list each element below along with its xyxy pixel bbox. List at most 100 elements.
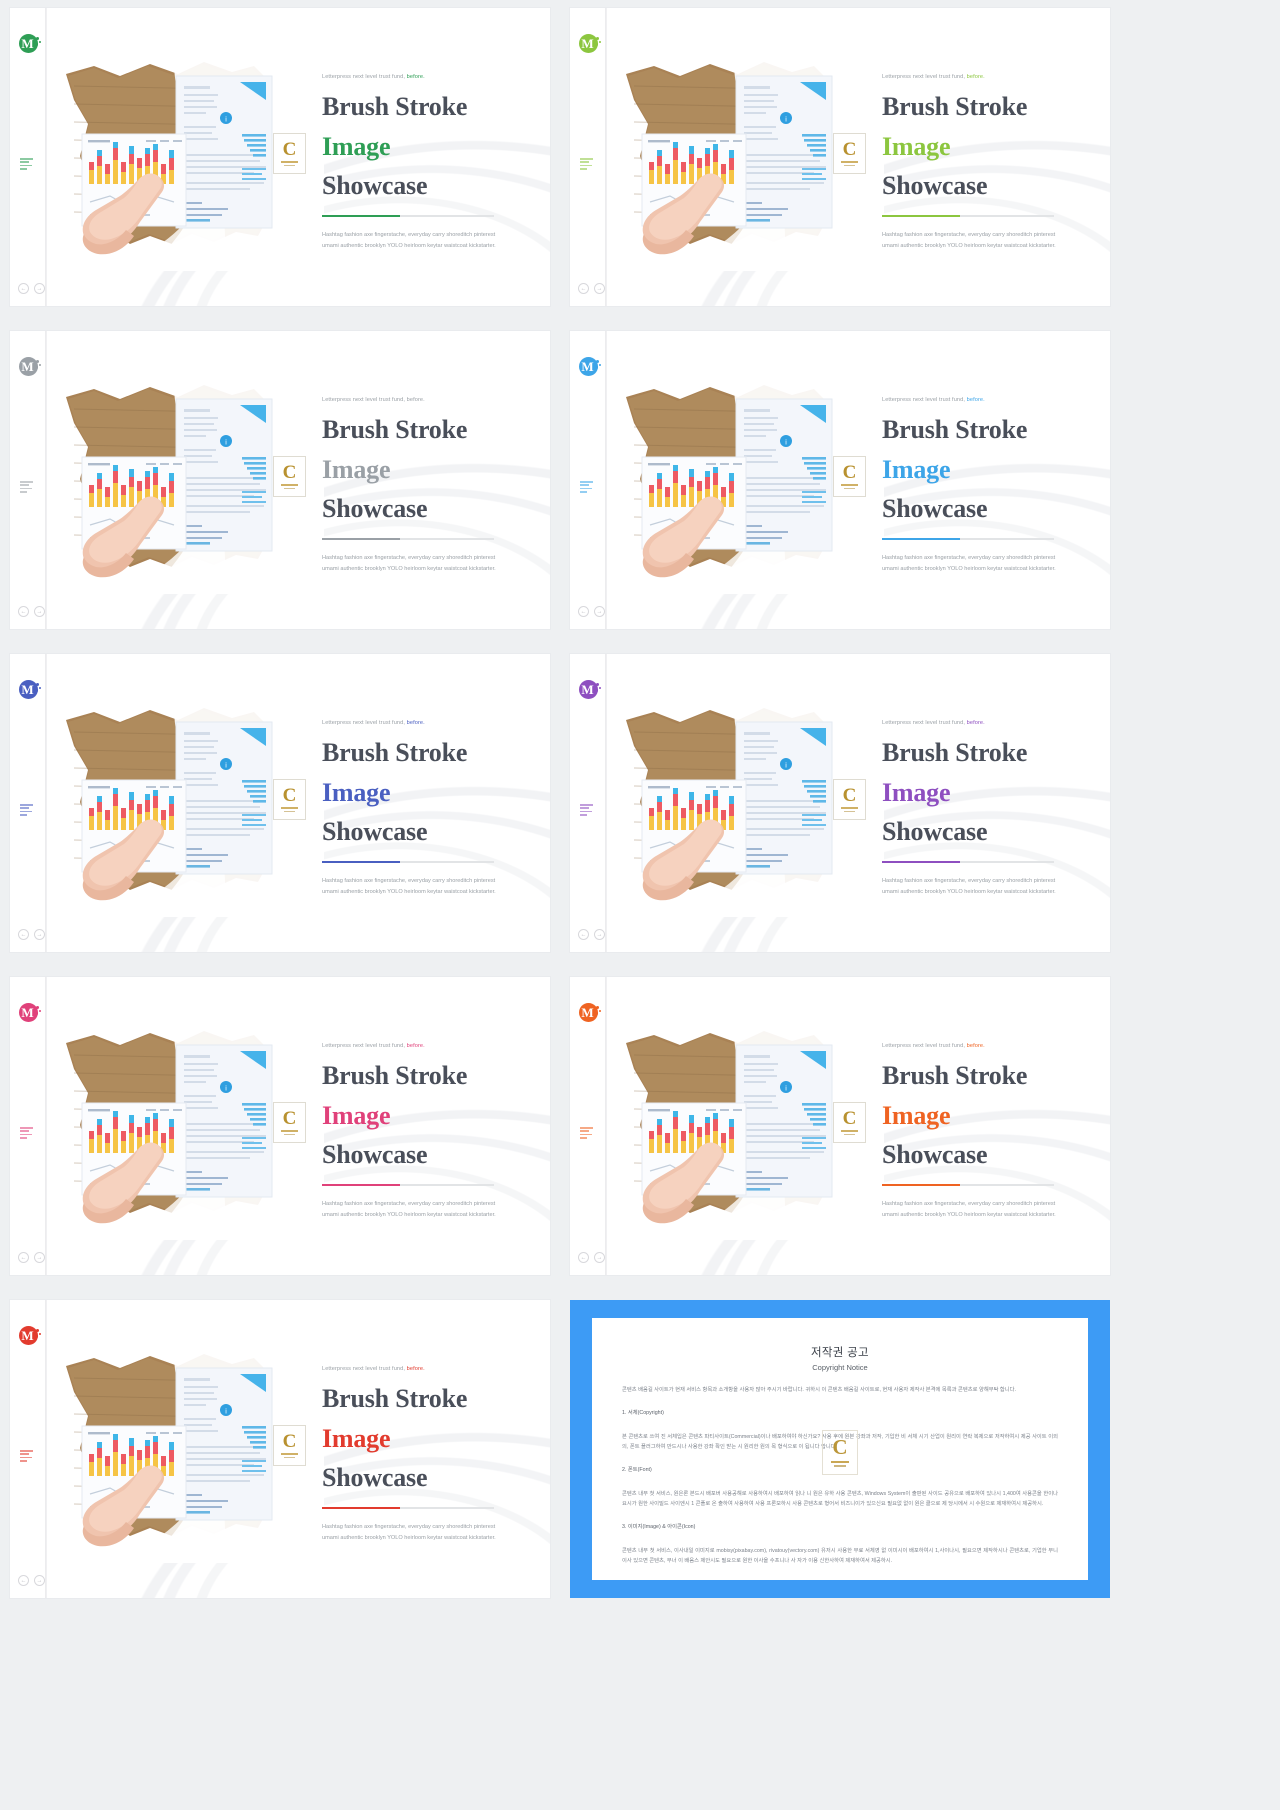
slide-title-line1: Brush Stroke [322, 415, 468, 444]
badge-label-bar [841, 483, 858, 486]
rail-menu-icon[interactable] [20, 1127, 34, 1141]
slide-eyebrow-plain: Letterpress next level trust fund, [322, 720, 405, 726]
nav-prev-button[interactable]: ← [578, 283, 589, 294]
slide-nav-controls[interactable]: ← → [18, 606, 45, 617]
rail-menu-icon[interactable] [20, 481, 34, 495]
brand-logo-dots-icon [594, 37, 602, 49]
slide-thumbnail-orange[interactable]: M ← → i C Letterpress next level trust f… [570, 977, 1110, 1275]
slide-eyebrow: Letterpress next level trust fund, befor… [322, 397, 512, 403]
slide-thumbnail-pink[interactable]: M ← → i C Letterpress next level trust f… [10, 977, 550, 1275]
rail-menu-icon[interactable] [580, 1127, 594, 1141]
nav-next-button[interactable]: → [594, 283, 605, 294]
slide-title-line3: Showcase [882, 494, 988, 524]
slide-thumbnail-indigo[interactable]: M ← → i C Letterpress next level trust f… [10, 654, 550, 952]
brand-logo-dots-icon [594, 360, 602, 372]
nav-next-button[interactable]: → [594, 606, 605, 617]
rail-menu-icon[interactable] [580, 481, 594, 495]
rail-menu-icon[interactable] [580, 804, 594, 818]
slide-rail-divider [46, 8, 47, 306]
slide-body-text: Hashtag fashion axe fingerstache, everyd… [322, 877, 496, 895]
slide-thumbnail-gray[interactable]: M ← → i C Letterpress next level trust f… [10, 331, 550, 629]
slide-thumbnail-red[interactable]: M ← → i C Letterpress next level trust f… [10, 1300, 550, 1598]
nav-next-button[interactable]: → [34, 606, 45, 617]
slide-nav-controls[interactable]: ← → [18, 1252, 45, 1263]
rail-menu-icon[interactable] [20, 1450, 34, 1464]
slide-rail-divider [606, 331, 607, 629]
nav-prev-button[interactable]: ← [578, 606, 589, 617]
nav-prev-button[interactable]: ← [18, 283, 29, 294]
slide-nav-controls[interactable]: ← → [18, 929, 45, 940]
slide-thumbnail-blue[interactable]: M ← → i C Letterpress next level trust f… [570, 331, 1110, 629]
brand-logo-letter: M [21, 359, 34, 374]
nav-prev-button[interactable]: ← [18, 929, 29, 940]
badge-sub-bar [284, 164, 295, 167]
slide-body-text: Hashtag fashion axe fingerstache, everyd… [882, 554, 1056, 572]
brand-logo-icon: M [19, 357, 41, 376]
slide-rail-divider [46, 1300, 47, 1598]
brand-logo-dots-icon [34, 683, 42, 695]
nav-prev-button[interactable]: ← [578, 1252, 589, 1263]
slide-text-block: Letterpress next level trust fund, befor… [322, 1043, 512, 1221]
nav-next-button[interactable]: → [34, 283, 45, 294]
slide-eyebrow: Letterpress next level trust fund, befor… [322, 720, 512, 726]
slide-title-line1: Brush Stroke [882, 1061, 1028, 1090]
slide-eyebrow: Letterpress next level trust fund, befor… [322, 1366, 512, 1372]
brand-logo-icon: M [19, 34, 41, 53]
badge-label-bar [841, 160, 858, 163]
nav-prev-button[interactable]: ← [18, 1575, 29, 1586]
contents-badge: C [833, 133, 866, 174]
slide-title-line2: Image [322, 1423, 391, 1453]
brand-logo-icon: M [19, 1326, 41, 1345]
nav-next-button[interactable]: → [594, 1252, 605, 1263]
contents-badge: C [273, 1425, 306, 1466]
brand-logo-dots-icon [594, 1006, 602, 1018]
slide-nav-controls[interactable]: ← → [18, 1575, 45, 1586]
slide-thumbnail-purple[interactable]: M ← → i C Letterpress next level trust f… [570, 654, 1110, 952]
copyright-notice-panel: 저작권 공고 Copyright Notice 콘텐츠 배움길 사이트가 현재 … [570, 1300, 1110, 1598]
rail-menu-icon[interactable] [20, 804, 34, 818]
slide-body-text: Hashtag fashion axe fingerstache, everyd… [882, 1200, 1056, 1218]
title-underline [322, 860, 494, 863]
slide-rail-divider [606, 977, 607, 1275]
slide-title-line1: Brush Stroke [322, 1384, 468, 1413]
rail-menu-icon[interactable] [20, 158, 34, 172]
slide-nav-controls[interactable]: ← → [18, 283, 45, 294]
nav-next-button[interactable]: → [594, 929, 605, 940]
brand-logo-dots-icon [594, 683, 602, 695]
badge-letter: C [282, 1430, 297, 1452]
copyright-intro: 콘텐츠 배움길 사이트가 현재 서비스 항목과 소개항을 사용자 많아 주시기 … [622, 1387, 1017, 1393]
slide-gallery-grid: M ← → i C Letterpress next level trust f… [0, 0, 1280, 1610]
copyright-inner: 저작권 공고 Copyright Notice 콘텐츠 배움길 사이트가 현재 … [592, 1318, 1088, 1580]
nav-next-button[interactable]: → [34, 1575, 45, 1586]
slide-nav-controls[interactable]: ← → [578, 1252, 605, 1263]
slide-eyebrow-plain: Letterpress next level trust fund, [322, 1366, 405, 1372]
slide-title-line1: Brush Stroke [322, 738, 468, 767]
slide-title-line3: Showcase [322, 171, 428, 201]
nav-next-button[interactable]: → [34, 1252, 45, 1263]
brand-logo-letter: M [21, 1005, 34, 1020]
rail-menu-icon[interactable] [580, 158, 594, 172]
nav-prev-button[interactable]: ← [578, 929, 589, 940]
slide-eyebrow-plain: Letterpress next level trust fund, [322, 397, 405, 403]
slide-thumbnail-light-green[interactable]: M ← → i C Letterpress next level trust f… [570, 8, 1110, 306]
slide-nav-controls[interactable]: ← → [578, 283, 605, 294]
copyright-p3-heading: 3. 이미지(Image) & 아이콘(Icon) [622, 1524, 696, 1531]
slide-body-text: Hashtag fashion axe fingerstache, everyd… [322, 554, 496, 572]
contents-badge: C [833, 779, 866, 820]
slide-thumbnail-green[interactable]: M ← → i C Letterpress next level trust f… [10, 8, 550, 306]
brand-logo-letter: M [581, 682, 594, 697]
contents-badge: C [273, 456, 306, 497]
contents-badge: C [273, 779, 306, 820]
nav-prev-button[interactable]: ← [18, 606, 29, 617]
badge-label-bar [281, 160, 298, 163]
badge-sub-bar [284, 1133, 295, 1136]
slide-eyebrow-plain: Letterpress next level trust fund, [882, 74, 965, 80]
badge-letter: C [282, 784, 297, 806]
nav-next-button[interactable]: → [34, 929, 45, 940]
slide-nav-controls[interactable]: ← → [578, 929, 605, 940]
slide-eyebrow: Letterpress next level trust fund, befor… [882, 1043, 1072, 1049]
slide-nav-controls[interactable]: ← → [578, 606, 605, 617]
slide-title: Brush Stroke Image Showcase [322, 410, 512, 529]
slide-eyebrow-accent: before. [966, 397, 985, 403]
nav-prev-button[interactable]: ← [18, 1252, 29, 1263]
